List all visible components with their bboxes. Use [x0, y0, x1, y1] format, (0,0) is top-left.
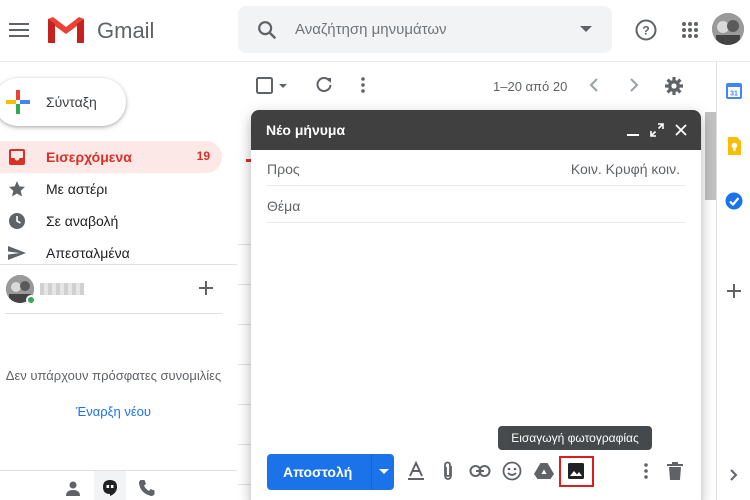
menu-icon[interactable]	[6, 17, 32, 43]
scrollbar-thumb[interactable]	[705, 112, 716, 200]
more-vert-icon[interactable]	[360, 76, 366, 99]
sidebar-divider	[0, 264, 237, 265]
plus-icon	[6, 90, 30, 114]
star-icon	[9, 181, 25, 197]
search-input[interactable]: Αναζήτηση μηνυμάτων	[295, 21, 447, 38]
add-addon-plus-icon[interactable]	[725, 282, 743, 300]
hangouts-empty-text: Δεν υπάρχουν πρόσφατες συνομιλίες	[5, 368, 222, 383]
row-divider	[238, 404, 252, 405]
clock-icon	[9, 213, 25, 229]
refresh-icon[interactable]	[315, 76, 333, 99]
compose-label: Σύνταξη	[46, 94, 97, 110]
google-drive-icon[interactable]	[533, 460, 555, 482]
compose-button[interactable]: Σύνταξη	[0, 78, 126, 126]
top-header: Gmail Αναζήτηση μηνυμάτων ?	[0, 0, 750, 62]
send-divider	[371, 454, 372, 490]
hangouts-divider	[5, 313, 222, 314]
sidebar-item-snoozed[interactable]: Σε αναβολή	[0, 205, 222, 237]
apps-grid-icon[interactable]	[677, 17, 703, 43]
calendar-icon[interactable]: 31	[725, 82, 743, 100]
settings-gear-icon[interactable]	[664, 76, 684, 101]
account-avatar[interactable]	[712, 13, 744, 45]
tasks-icon[interactable]	[725, 192, 743, 210]
compose-title: Νέο μήνυμα	[266, 122, 346, 138]
insert-photo-highlight	[559, 456, 594, 487]
send-icon	[8, 246, 26, 260]
subject-input[interactable]: Θέμα	[267, 198, 300, 214]
select-checkbox[interactable]	[256, 76, 290, 101]
app-name: Gmail	[97, 18, 155, 43]
row-divider	[238, 244, 252, 245]
sidebar-item-starred[interactable]: Με αστέρι	[0, 173, 222, 205]
insert-link-icon[interactable]	[469, 460, 491, 482]
pagination-range: 1–20 από 20	[493, 79, 568, 94]
person-icon[interactable]	[64, 479, 82, 497]
sidebar-item-label: Σε αναβολή	[46, 213, 119, 229]
chevron-left-icon[interactable]	[588, 76, 600, 99]
online-status-dot	[26, 295, 36, 305]
formatting-options-icon[interactable]	[405, 460, 427, 482]
search-bar[interactable]: Αναζήτηση μηνυμάτων	[238, 6, 612, 53]
message-body-editor[interactable]	[266, 223, 686, 443]
row-divider	[238, 364, 252, 365]
hangouts-bottom-bar	[0, 470, 237, 500]
row-divider	[238, 484, 252, 485]
send-options-chevron-down-icon[interactable]	[379, 469, 389, 475]
row-divider	[238, 444, 252, 445]
side-panel	[716, 62, 750, 500]
subject-field[interactable]: Θέμα	[266, 187, 686, 223]
unread-count: 19	[196, 149, 210, 163]
cc-bcc-link[interactable]: Κοιν. Κρυφή κοιν.	[571, 161, 680, 177]
to-label: Προς	[267, 161, 300, 177]
expand-chevron-right-icon[interactable]	[725, 466, 743, 484]
chevron-right-icon[interactable]	[628, 76, 640, 99]
gmail-logo-icon[interactable]	[46, 15, 86, 45]
discard-trash-icon[interactable]	[664, 460, 686, 482]
help-icon[interactable]: ?	[633, 17, 659, 43]
more-options-icon[interactable]	[635, 460, 657, 482]
emoji-icon[interactable]	[501, 460, 523, 482]
start-new-chat-link[interactable]: Έναρξη νέου	[0, 404, 227, 419]
row-divider	[238, 284, 252, 285]
compose-header: Νέο μήνυμα	[251, 110, 701, 150]
search-icon[interactable]	[256, 19, 278, 41]
svg-text:31: 31	[730, 91, 738, 98]
sidebar-item-label: Εισερχόμενα	[46, 149, 132, 165]
hangouts-quote-icon[interactable]	[101, 479, 119, 497]
sidebar-item-label: Απεσταλμένα	[46, 245, 130, 261]
sidebar-item-label: Με αστέρι	[46, 181, 108, 197]
row-divider	[238, 324, 252, 325]
svg-text:?: ?	[642, 24, 649, 38]
sidebar-item-inbox[interactable]: Εισερχόμενα 19	[0, 141, 222, 173]
close-icon[interactable]	[674, 123, 688, 137]
insert-photo-tooltip: Εισαγωγή φωτογραφίας	[498, 426, 652, 450]
minimize-icon[interactable]	[626, 123, 640, 137]
attach-file-icon[interactable]	[437, 460, 459, 482]
keep-icon[interactable]	[725, 137, 743, 155]
send-label: Αποστολή	[283, 464, 353, 480]
send-button[interactable]: Αποστολή	[267, 454, 394, 490]
blurred-user-name	[40, 283, 84, 295]
search-options-chevron-down-icon[interactable]	[580, 26, 592, 32]
phone-icon[interactable]	[138, 479, 156, 497]
inbox-icon	[9, 149, 25, 165]
new-conversation-plus-icon[interactable]	[198, 280, 214, 301]
to-field[interactable]: Προς Κοιν. Κρυφή κοιν.	[266, 150, 686, 186]
fullscreen-icon[interactable]	[650, 123, 664, 137]
